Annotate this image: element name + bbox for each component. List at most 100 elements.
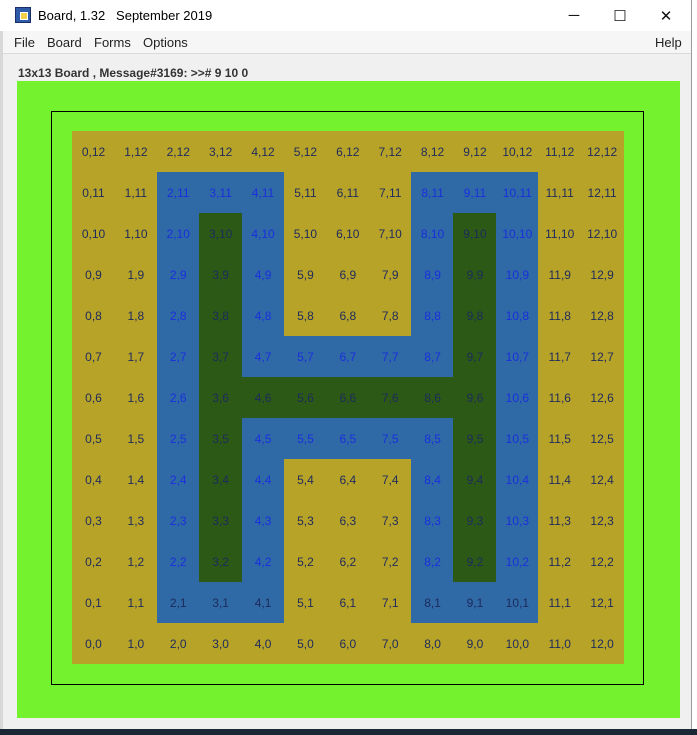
- board-cell[interactable]: 3,4: [199, 459, 243, 500]
- board-cell[interactable]: 5,1: [283, 582, 327, 623]
- board-cell[interactable]: 2,1: [156, 582, 200, 623]
- board-cell[interactable]: 3,7: [199, 336, 243, 377]
- board-cell[interactable]: 1,8: [114, 295, 158, 336]
- board-cell[interactable]: 2,4: [156, 459, 200, 500]
- board-cell[interactable]: 6,8: [326, 295, 370, 336]
- board-cell[interactable]: 9,8: [453, 295, 497, 336]
- board-cell[interactable]: 1,2: [114, 541, 158, 582]
- board-cell[interactable]: 2,12: [156, 131, 200, 172]
- board-cell[interactable]: 2,6: [156, 377, 200, 418]
- board-cell[interactable]: 10,11: [495, 172, 539, 213]
- board-cell[interactable]: 11,3: [538, 500, 582, 541]
- board-cell[interactable]: 1,9: [114, 254, 158, 295]
- board-cell[interactable]: 0,5: [72, 418, 115, 459]
- board-cell[interactable]: 1,12: [114, 131, 158, 172]
- board-cell[interactable]: 0,2: [72, 541, 115, 582]
- board-cell[interactable]: 10,8: [495, 295, 539, 336]
- board-cell[interactable]: 7,8: [368, 295, 412, 336]
- board-cell[interactable]: 1,1: [114, 582, 158, 623]
- board-cell[interactable]: 11,6: [538, 377, 582, 418]
- board-cell[interactable]: 8,12: [411, 131, 455, 172]
- board-cell[interactable]: 8,6: [411, 377, 455, 418]
- board-cell[interactable]: 9,1: [453, 582, 497, 623]
- board-cell[interactable]: 8,3: [411, 500, 455, 541]
- board-cell[interactable]: 7,11: [368, 172, 412, 213]
- board-cell[interactable]: 8,2: [411, 541, 455, 582]
- board-cell[interactable]: 1,10: [114, 213, 158, 254]
- board-cell[interactable]: 2,9: [156, 254, 200, 295]
- board-cell[interactable]: 9,7: [453, 336, 497, 377]
- board-cell[interactable]: 1,7: [114, 336, 158, 377]
- board-cell[interactable]: 4,0: [241, 623, 285, 664]
- board-cell[interactable]: 8,10: [411, 213, 455, 254]
- board-cell[interactable]: 6,10: [326, 213, 370, 254]
- board-cell[interactable]: 5,2: [283, 541, 327, 582]
- board-cell[interactable]: 0,1: [72, 582, 115, 623]
- board-cell[interactable]: 6,6: [326, 377, 370, 418]
- board-cell[interactable]: 12,5: [580, 418, 624, 459]
- board-cell[interactable]: 3,2: [199, 541, 243, 582]
- board-cell[interactable]: 9,9: [453, 254, 497, 295]
- board-cell[interactable]: 7,10: [368, 213, 412, 254]
- board-cell[interactable]: 5,8: [283, 295, 327, 336]
- board-cell[interactable]: 9,3: [453, 500, 497, 541]
- board-cell[interactable]: 11,0: [538, 623, 582, 664]
- board-cell[interactable]: 12,3: [580, 500, 624, 541]
- board-cell[interactable]: 10,12: [495, 131, 539, 172]
- maximize-button[interactable]: ☐: [597, 0, 643, 31]
- board-cell[interactable]: 11,8: [538, 295, 582, 336]
- board-cell[interactable]: 10,6: [495, 377, 539, 418]
- board-cell[interactable]: 8,0: [411, 623, 455, 664]
- board-cell[interactable]: 5,3: [283, 500, 327, 541]
- board-cell[interactable]: 7,6: [368, 377, 412, 418]
- board-cell[interactable]: 10,9: [495, 254, 539, 295]
- board-cell[interactable]: 3,0: [199, 623, 243, 664]
- board-cell[interactable]: 5,10: [283, 213, 327, 254]
- board-cell[interactable]: 0,8: [72, 295, 115, 336]
- board-cell[interactable]: 2,11: [156, 172, 200, 213]
- board-cell[interactable]: 12,7: [580, 336, 624, 377]
- board-cell[interactable]: 5,4: [283, 459, 327, 500]
- board-cell[interactable]: 12,10: [580, 213, 624, 254]
- board-cell[interactable]: 3,6: [199, 377, 243, 418]
- board-cell[interactable]: 7,9: [368, 254, 412, 295]
- board-cell[interactable]: 10,10: [495, 213, 539, 254]
- board-cell[interactable]: 12,1: [580, 582, 624, 623]
- board-cell[interactable]: 9,5: [453, 418, 497, 459]
- board-cell[interactable]: 4,1: [241, 582, 285, 623]
- board-cell[interactable]: 12,4: [580, 459, 624, 500]
- board-cell[interactable]: 6,5: [326, 418, 370, 459]
- board-cell[interactable]: 9,10: [453, 213, 497, 254]
- board-cell[interactable]: 0,11: [72, 172, 115, 213]
- board-cell[interactable]: 4,12: [241, 131, 285, 172]
- board-cell[interactable]: 9,12: [453, 131, 497, 172]
- menu-options[interactable]: Options: [143, 35, 188, 50]
- board-cell[interactable]: 0,10: [72, 213, 115, 254]
- board-cell[interactable]: 12,12: [580, 131, 624, 172]
- board-cell[interactable]: 10,5: [495, 418, 539, 459]
- board-cell[interactable]: 1,3: [114, 500, 158, 541]
- board-cell[interactable]: 2,5: [156, 418, 200, 459]
- board-cell[interactable]: 3,5: [199, 418, 243, 459]
- board-cell[interactable]: 2,2: [156, 541, 200, 582]
- board-cell[interactable]: 3,11: [199, 172, 243, 213]
- board-cell[interactable]: 11,7: [538, 336, 582, 377]
- board-cell[interactable]: 9,2: [453, 541, 497, 582]
- board-cell[interactable]: 9,6: [453, 377, 497, 418]
- board-cell[interactable]: 7,0: [368, 623, 412, 664]
- board-cell[interactable]: 6,9: [326, 254, 370, 295]
- board-cell[interactable]: 4,6: [241, 377, 285, 418]
- minimize-button[interactable]: ─: [551, 0, 597, 31]
- board-cell[interactable]: 6,7: [326, 336, 370, 377]
- board-cell[interactable]: 0,3: [72, 500, 115, 541]
- board-cell[interactable]: 12,8: [580, 295, 624, 336]
- board-cell[interactable]: 2,7: [156, 336, 200, 377]
- menu-file[interactable]: File: [14, 35, 35, 50]
- board-cell[interactable]: 8,9: [411, 254, 455, 295]
- board-cell[interactable]: 4,2: [241, 541, 285, 582]
- board-cell[interactable]: 11,10: [538, 213, 582, 254]
- board-cell[interactable]: 12,11: [580, 172, 624, 213]
- board-cell[interactable]: 3,10: [199, 213, 243, 254]
- board-cell[interactable]: 4,10: [241, 213, 285, 254]
- board-cell[interactable]: 11,4: [538, 459, 582, 500]
